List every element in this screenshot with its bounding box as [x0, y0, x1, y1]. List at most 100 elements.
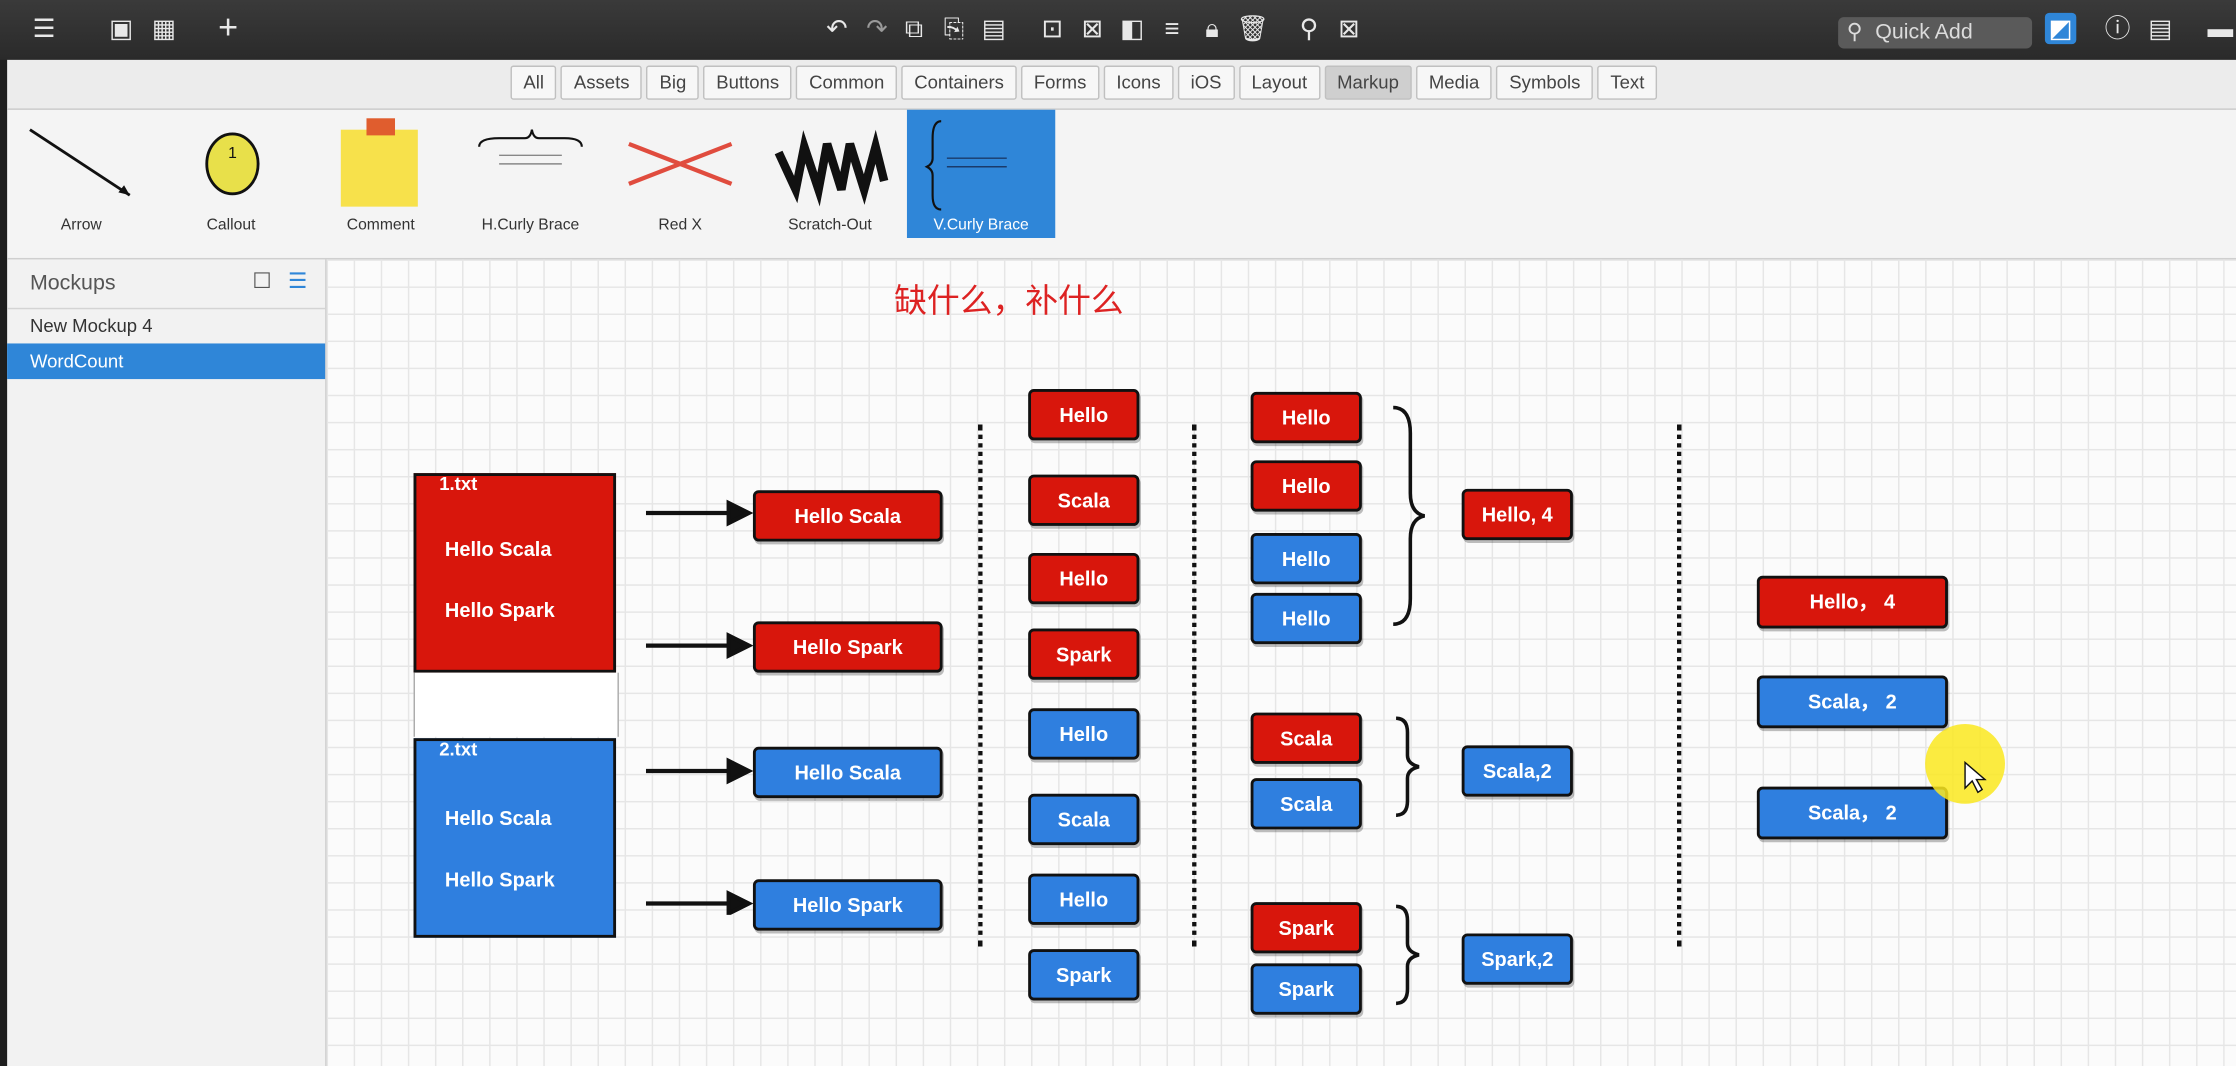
filter-tab-big[interactable]: Big	[646, 65, 700, 100]
scratch-out-icon	[774, 129, 889, 207]
line-box[interactable]: Hello Scala	[752, 746, 943, 799]
export-icon[interactable]: ⊠	[1333, 13, 1364, 44]
library-item-comment[interactable]: Comment	[307, 110, 455, 238]
library-item-red-x[interactable]: Red X	[606, 110, 754, 238]
filter-tabs: All Assets Big Buttons Common Containers Forms…	[510, 65, 1658, 100]
add-icon[interactable]: +	[212, 11, 243, 45]
paste-icon[interactable]: ⎘	[938, 13, 969, 44]
grouped-word-box[interactable]: Scala	[1250, 778, 1362, 830]
search-icon[interactable]: ⚲	[1293, 13, 1324, 44]
word-box[interactable]: Hello	[1028, 873, 1140, 925]
panel-toggle-icon[interactable]: ▬	[2205, 13, 2236, 44]
thumbnail-view-icon[interactable]: ☐	[252, 268, 271, 293]
line-box[interactable]: Hello Spark	[752, 621, 943, 673]
filter-tab-assets[interactable]: Assets	[561, 65, 643, 100]
file-title: 1.txt	[439, 473, 478, 495]
word-box[interactable]: Spark	[1028, 628, 1140, 680]
grid-view-icon[interactable]: ▦	[148, 13, 179, 44]
filter-tab-markup[interactable]: Markup	[1324, 65, 1412, 100]
filter-tab-media[interactable]: Media	[1416, 65, 1493, 100]
result-box[interactable]: Scala， 2	[1756, 675, 1948, 729]
result-box[interactable]: Hello， 4	[1756, 575, 1948, 629]
quick-add-toggle-icon[interactable]: ◩	[2044, 12, 2077, 45]
library-item-label: H.Curly Brace	[481, 216, 580, 234]
count-box[interactable]: Scala,2	[1461, 745, 1573, 797]
callout-icon: 1	[205, 132, 260, 196]
grouped-word-box[interactable]: Scala	[1250, 712, 1362, 764]
library-item-label: V.Curly Brace	[933, 216, 1029, 234]
library-item-label: Arrow	[60, 216, 102, 234]
curly-brace-icon	[1395, 716, 1420, 817]
file-line: Hello Spark	[444, 867, 555, 891]
filter-tab-common[interactable]: Common	[796, 65, 898, 100]
word-box[interactable]: Hello	[1028, 708, 1140, 760]
library-item-label: Comment	[346, 216, 415, 234]
mockup-item[interactable]: New Mockup 4	[7, 308, 325, 344]
word-box[interactable]: Hello	[1028, 552, 1140, 605]
result-box[interactable]: Scala， 2	[1756, 786, 1948, 840]
annotation-text[interactable]: 缺什么，补什么	[894, 274, 1124, 322]
line-box[interactable]: Hello Spark	[752, 879, 943, 931]
mockups-panel: Mockups ☐ ☰ New Mockup 4 WordCount	[7, 259, 327, 1066]
quick-add-input[interactable]: ⚲ Quick Add	[1838, 17, 2033, 49]
bring-front-icon[interactable]: ◧	[1117, 13, 1148, 44]
line-box[interactable]: Hello Scala	[752, 490, 943, 542]
align-icon[interactable]: ≡	[1157, 13, 1188, 44]
word-box[interactable]: Scala	[1028, 474, 1140, 526]
mockups-panel-header: Mockups ☐ ☰	[7, 259, 326, 310]
library-item-label: Red X	[658, 216, 703, 234]
grouped-word-box[interactable]: Hello	[1250, 460, 1362, 512]
ungroup-icon[interactable]: ⊠	[1077, 13, 1108, 44]
library-filter-bar: All Assets Big Buttons Common Containers Forms…	[7, 59, 2236, 110]
filter-tab-icons[interactable]: Icons	[1103, 65, 1174, 100]
library-item-v-curly-brace[interactable]: V.Curly Brace	[906, 109, 1056, 238]
info-icon[interactable]: ⓘ	[2102, 13, 2133, 44]
library-item-label: Callout	[206, 216, 256, 234]
redo-icon[interactable]: ↷	[861, 13, 892, 44]
filter-tab-symbols[interactable]: Symbols	[1496, 65, 1594, 100]
menu-icon[interactable]: ☰	[29, 13, 60, 44]
filter-tab-all[interactable]: All	[510, 65, 557, 100]
word-box[interactable]: Scala	[1028, 793, 1140, 846]
file-line: Hello Scala	[444, 806, 552, 830]
mockup-canvas[interactable]: 缺什么，补什么 1.txt Hello Scala Hello Spark 2.…	[326, 259, 2236, 1066]
grouped-word-box[interactable]: Hello	[1250, 592, 1362, 645]
count-box[interactable]: Hello, 4	[1461, 488, 1573, 541]
mockups-title: Mockups	[29, 270, 116, 296]
word-box[interactable]: Hello	[1028, 389, 1140, 441]
filter-tab-layout[interactable]: Layout	[1238, 65, 1320, 100]
filter-tab-ios[interactable]: iOS	[1177, 65, 1235, 100]
arrow-icon	[29, 128, 131, 197]
app-window: ☰ ▣ ▦ + ↶ ↷ ⧉ ⎘ ▤ ⊡ ⊠ ◧ ≡ 🔒︎ 🗑︎ ⚲ ⊠ ⚲ Qu…	[0, 0, 2236, 1066]
library-item-scratch-out[interactable]: Scratch-Out	[756, 110, 904, 238]
filter-tab-text[interactable]: Text	[1597, 65, 1658, 100]
filter-tab-buttons[interactable]: Buttons	[703, 65, 792, 100]
word-box[interactable]: Spark	[1028, 949, 1140, 1001]
filter-tab-containers[interactable]: Containers	[901, 65, 1017, 100]
mouse-cursor-icon	[1964, 761, 1987, 794]
horizontal-brace-icon	[478, 129, 583, 165]
library-item-arrow[interactable]: Arrow	[7, 110, 155, 238]
trash-icon[interactable]: 🗑︎	[1236, 13, 1269, 44]
lock-icon[interactable]: 🔒︎	[1196, 13, 1227, 44]
count-box[interactable]: Spark,2	[1461, 933, 1573, 985]
copy-icon[interactable]: ⧉	[898, 13, 929, 44]
properties-icon[interactable]: ▤	[2145, 13, 2176, 44]
grouped-word-box[interactable]: Spark	[1250, 963, 1362, 1015]
single-view-icon[interactable]: ▣	[106, 13, 137, 44]
grouped-word-box[interactable]: Hello	[1250, 391, 1362, 444]
library-item-h-curly-brace[interactable]: H.Curly Brace	[456, 110, 604, 238]
undo-icon[interactable]: ↶	[821, 13, 852, 44]
grouped-word-box[interactable]: Hello	[1250, 532, 1362, 585]
file-box-2[interactable]: 2.txt Hello Scala Hello Spark	[413, 738, 617, 938]
mockup-item-selected[interactable]: WordCount	[7, 343, 326, 380]
list-view-icon[interactable]: ☰	[288, 268, 307, 293]
clipboard-icon[interactable]: ▤	[978, 13, 1009, 44]
dotted-separator	[1676, 424, 1682, 947]
sticky-note-icon	[340, 118, 418, 207]
grouped-word-box[interactable]: Spark	[1250, 902, 1362, 954]
group-icon[interactable]: ⊡	[1037, 13, 1068, 44]
file-box-1[interactable]: 1.txt Hello Scala Hello Spark	[413, 473, 617, 673]
library-item-callout[interactable]: 1 Callout	[157, 110, 305, 238]
filter-tab-forms[interactable]: Forms	[1021, 65, 1100, 100]
